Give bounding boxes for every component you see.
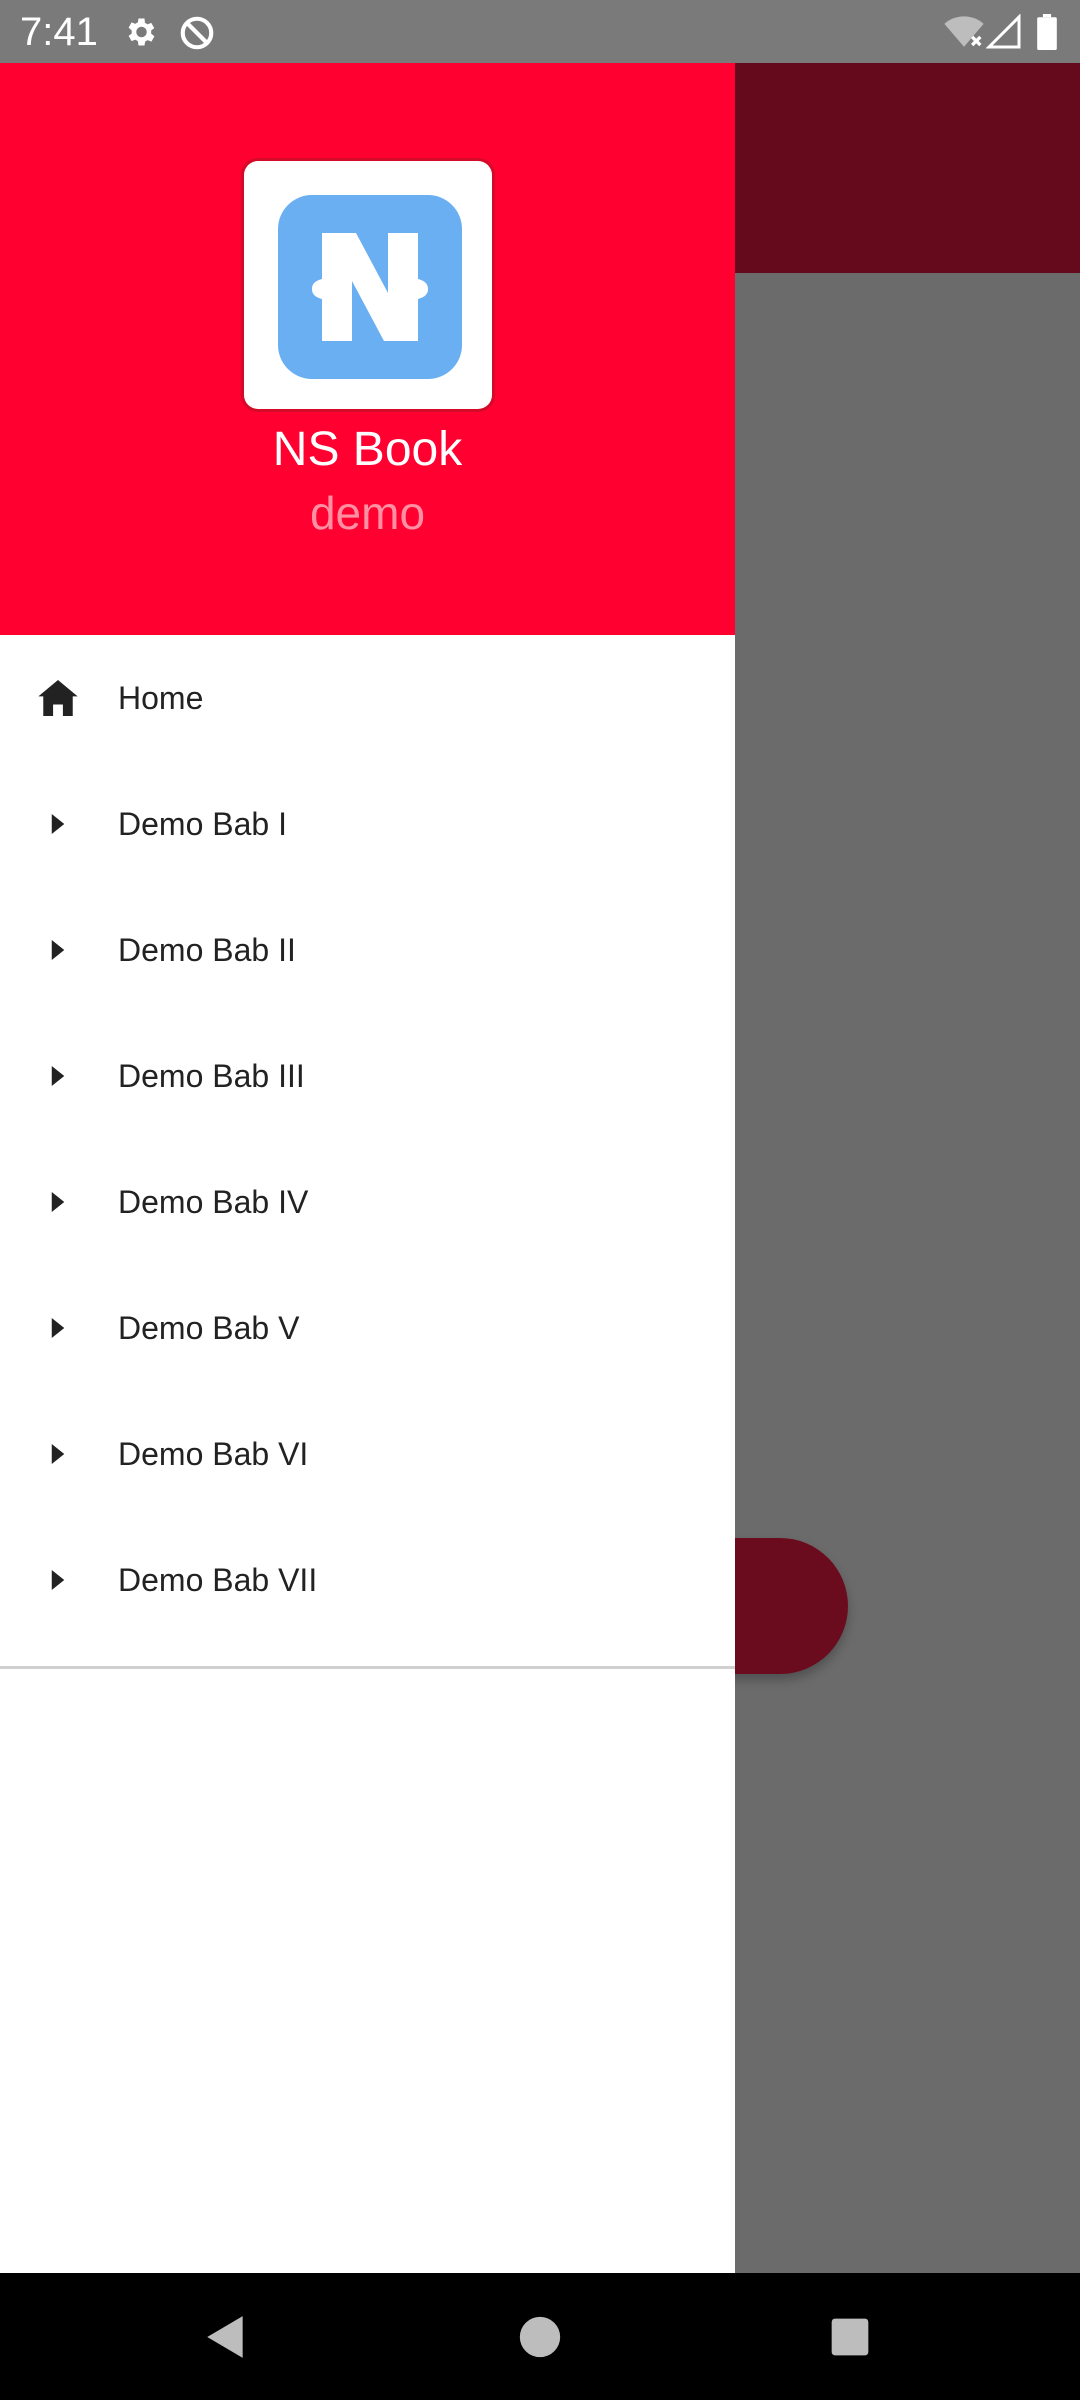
signal-icon — [985, 13, 1022, 55]
caret-right-icon — [34, 1178, 82, 1226]
menu-item-label: Demo Bab V — [118, 1309, 300, 1346]
menu-item-label: Demo Bab IV — [118, 1183, 309, 1220]
menu-item-demo-bab-vii[interactable]: Demo Bab VII — [0, 1517, 735, 1643]
system-nav-bar — [0, 2273, 1080, 2400]
drawer-menu: Home Demo Bab I Demo Bab II Demo Bab III — [0, 635, 735, 1643]
menu-item-demo-bab-vi[interactable]: Demo Bab VI — [0, 1391, 735, 1517]
caret-right-icon — [34, 926, 82, 974]
menu-item-label: Demo Bab II — [118, 931, 296, 968]
menu-divider — [0, 1666, 735, 1669]
menu-item-demo-bab-i[interactable]: Demo Bab I — [0, 761, 735, 887]
app-subtitle: demo — [309, 487, 426, 539]
navigation-drawer: NS Book demo Home Demo Bab I Demo Bab II… — [0, 63, 735, 2273]
menu-item-demo-bab-ii[interactable]: Demo Bab II — [0, 887, 735, 1013]
menu-item-label: Demo Bab III — [118, 1057, 305, 1094]
menu-item-demo-bab-v[interactable]: Demo Bab V — [0, 1265, 735, 1391]
menu-item-label: Demo Bab VI — [118, 1435, 309, 1472]
caret-right-icon — [34, 1304, 82, 1352]
app-screen: 7:41 emo a NS — [0, 0, 1080, 2400]
back-icon[interactable] — [194, 2305, 258, 2369]
menu-item-label: Home — [118, 679, 204, 716]
battery-icon — [1036, 14, 1058, 55]
caret-right-icon — [34, 1556, 82, 1604]
app-logo — [244, 161, 492, 409]
settings-icon — [122, 14, 158, 55]
menu-item-demo-bab-iv[interactable]: Demo Bab IV — [0, 1139, 735, 1265]
app-name: NS Book — [272, 423, 463, 476]
home-circle-icon[interactable] — [508, 2305, 572, 2369]
caret-right-icon — [34, 800, 82, 848]
no-disturb-icon — [178, 14, 216, 57]
status-bar: 7:41 — [0, 0, 1080, 63]
menu-item-demo-bab-iii[interactable]: Demo Bab III — [0, 1013, 735, 1139]
menu-item-home[interactable]: Home — [0, 635, 735, 761]
menu-item-label: Demo Bab VII — [118, 1561, 318, 1598]
menu-item-label: Demo Bab I — [118, 805, 287, 842]
caret-right-icon — [34, 1430, 82, 1478]
nativescript-logo-icon — [278, 195, 462, 379]
home-icon — [34, 674, 82, 722]
caret-right-icon — [34, 1052, 82, 1100]
status-time: 7:41 — [20, 10, 98, 54]
drawer-header: NS Book demo — [0, 63, 735, 635]
recents-icon[interactable] — [818, 2305, 882, 2369]
wifi-off-icon — [944, 14, 984, 55]
